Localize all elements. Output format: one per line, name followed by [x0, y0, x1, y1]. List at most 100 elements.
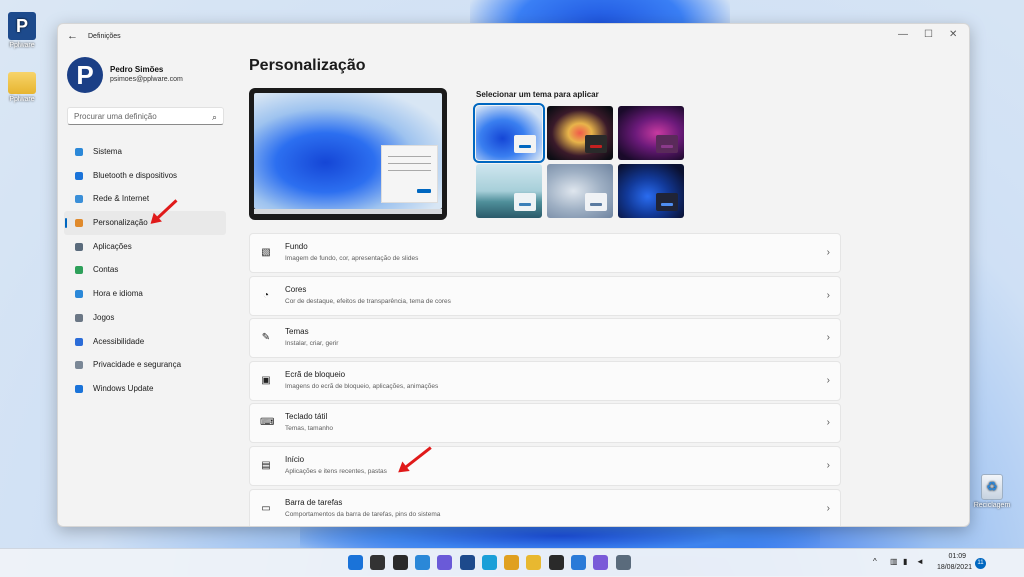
setting-description: Imagens do ecrã de bloqueio, aplicações,…: [285, 382, 439, 390]
settings-window: ← Definições — ☐ ✕ P Pedro Simões psimoe…: [57, 23, 970, 527]
search-placeholder: Procurar uma definição: [74, 112, 157, 121]
chat-icon[interactable]: [437, 555, 453, 570]
theme-thumbnail-flow[interactable]: [547, 164, 613, 218]
taskbar-icon: ▭: [261, 502, 271, 514]
sidebar-item-sistema[interactable]: Sistema: [64, 140, 226, 164]
battery-icon[interactable]: ▮: [903, 557, 907, 566]
gamepad-icon: [75, 313, 83, 322]
sidebar-item-label: Sistema: [93, 147, 122, 156]
settings-row-teclado-t-til[interactable]: ⌨ Teclado tátil Temas, tamanho ›: [249, 403, 841, 444]
sidebar-item-hora-e-idioma[interactable]: Hora e idioma: [64, 282, 226, 306]
sidebar-item-jogos[interactable]: Jogos: [64, 306, 226, 330]
shield-icon: [75, 361, 83, 370]
palette-icon: ◔: [262, 289, 270, 301]
sidebar-item-label: Personalização: [93, 218, 148, 228]
pplware-icon[interactable]: [459, 555, 475, 570]
theme-thumbnail-sunrise[interactable]: [476, 164, 542, 218]
chevron-right-icon: ›: [826, 332, 830, 344]
sidebar-item-rede-internet[interactable]: Rede & Internet: [64, 187, 226, 211]
setting-description: Aplicações e itens recentes, pastas: [285, 467, 387, 475]
profile-name: Pedro Simões: [110, 65, 164, 74]
notifications-badge[interactable]: 11: [975, 558, 986, 569]
sidebar-item-label: Bluetooth e dispositivos: [93, 170, 178, 180]
close-button[interactable]: ✕: [949, 29, 957, 40]
setting-title: Fundo: [285, 242, 308, 251]
theme-window-preview: [514, 135, 536, 153]
chevron-right-icon: ›: [826, 502, 830, 514]
volume-icon[interactable]: ◄: [916, 557, 924, 566]
setting-title: Início: [285, 454, 305, 464]
sidebar-item-bluetooth-e-dispositivos[interactable]: Bluetooth e dispositivos: [64, 164, 226, 188]
image-icon: ▧: [261, 247, 271, 258]
desktop-icon-pplware[interactable]: P Pplware: [2, 12, 42, 49]
widgets-icon[interactable]: [414, 555, 430, 570]
sidebar-item-label: Aplicações: [93, 241, 132, 251]
settings-row-in-cio[interactable]: ▤ Início Aplicações e itens recentes, past…: [249, 445, 841, 486]
tray-chevron-icon[interactable]: ^: [873, 557, 877, 566]
chevron-right-icon: ›: [826, 289, 830, 301]
clock-time[interactable]: 01:09: [948, 553, 966, 560]
keyboard-icon: ⌨: [260, 417, 275, 429]
theme-preview: [249, 88, 447, 220]
theme-window-preview: [514, 193, 536, 211]
edge-icon[interactable]: [481, 555, 497, 570]
theme-thumbnail-windows-dark[interactable]: [618, 164, 684, 218]
search-icon: ⌕: [211, 112, 217, 122]
sidebar-item-label: Contas: [93, 265, 119, 275]
back-arrow-icon[interactable]: ←: [67, 30, 78, 42]
desktop-icon-label: Pplware: [9, 96, 35, 103]
start-icon[interactable]: [348, 555, 363, 570]
settings-row-temas[interactable]: ✎ Temas Instalar, criar, gerir ›: [249, 318, 841, 359]
vscode-icon[interactable]: [571, 555, 586, 570]
setting-description: Temas, tamanho: [285, 425, 334, 433]
profile-email: psimoes@pplware.com: [110, 76, 183, 83]
theme-thumbnail-captured-motion[interactable]: [618, 106, 684, 160]
terminal-icon[interactable]: [548, 555, 564, 570]
clock-date[interactable]: 18/08/2021: [937, 564, 972, 571]
setting-description: Comportamentos da barra de tarefas, pins…: [285, 510, 441, 518]
sidebar-item-acessibilidade[interactable]: Acessibilidade: [64, 330, 226, 354]
settings-row-fundo[interactable]: ▧ Fundo Imagem de fundo, cor, apresentação…: [249, 233, 841, 273]
theme-thumbnail-glow[interactable]: [547, 106, 613, 160]
sidebar-item-label: Windows Update: [93, 383, 154, 393]
sidebar-item-label: Privacidade e segurança: [93, 360, 182, 370]
desktop-icon-recycle-bin[interactable]: ♻ Reciclagem: [972, 474, 1012, 509]
settings-row-ecr-de-bloqueio[interactable]: ▣ Ecrã de bloqueio Imagens do ecrã de bloq…: [249, 360, 841, 401]
apps-icon: [75, 242, 83, 251]
settings-row-barra-de-tarefas[interactable]: ▭ Barra de tarefas Comportamentos da barra…: [249, 488, 841, 526]
setting-title: Barra de tarefas: [285, 497, 343, 507]
avatar[interactable]: P: [67, 57, 103, 93]
chevron-right-icon: ›: [826, 247, 830, 258]
maximize-button[interactable]: ☐: [924, 29, 933, 40]
sidebar-item-label: Jogos: [93, 312, 115, 322]
theme-window-preview: [585, 135, 607, 153]
settings-icon[interactable]: [615, 555, 631, 570]
sidebar-item-privacidade-e-seguran-a[interactable]: Privacidade e segurança: [64, 353, 226, 377]
search-icon[interactable]: [370, 555, 386, 570]
network-icon[interactable]: ▥: [890, 557, 898, 566]
theme-thumbnail-windows-light[interactable]: [473, 103, 545, 163]
settings-row-cores[interactable]: ◔ Cores Cor de destaque, efeitos de transp…: [249, 275, 841, 316]
themes-label: Selecionar um tema para aplicar: [476, 90, 599, 99]
file-explorer-icon[interactable]: [526, 555, 542, 570]
chrome-icon[interactable]: [504, 555, 520, 570]
search-input[interactable]: Procurar uma definição ⌕: [67, 107, 224, 125]
sidebar-item-contas[interactable]: Contas: [64, 258, 226, 282]
sidebar-item-aplica-es[interactable]: Aplicações: [64, 235, 226, 259]
task-view-icon[interactable]: [392, 555, 408, 570]
desktop-icon-label: Pplware: [9, 42, 35, 49]
theme-window-preview: [585, 193, 607, 211]
sidebar-item-personaliza-o[interactable]: Personalização: [64, 211, 226, 235]
sidebar-item-label: Acessibilidade: [93, 336, 145, 346]
setting-description: Imagem de fundo, cor, apresentação de sl…: [285, 255, 419, 262]
setting-description: Cor de destaque, efeitos de transparênci…: [285, 297, 451, 305]
paint-icon[interactable]: [593, 555, 609, 570]
setting-title: Cores: [285, 284, 307, 294]
preview-wallpaper: [254, 93, 442, 209]
taskbar: ^ ▥ ▮ ◄ 01:09 18/08/2021 11: [0, 548, 1024, 577]
theme-window-preview: [656, 193, 678, 211]
minimize-button[interactable]: —: [898, 29, 908, 40]
desktop-icon-folder[interactable]: Pplware: [2, 68, 42, 103]
sidebar-item-windows-update[interactable]: Windows Update: [64, 377, 226, 401]
title-bar: ← Definições — ☐ ✕: [58, 24, 969, 50]
